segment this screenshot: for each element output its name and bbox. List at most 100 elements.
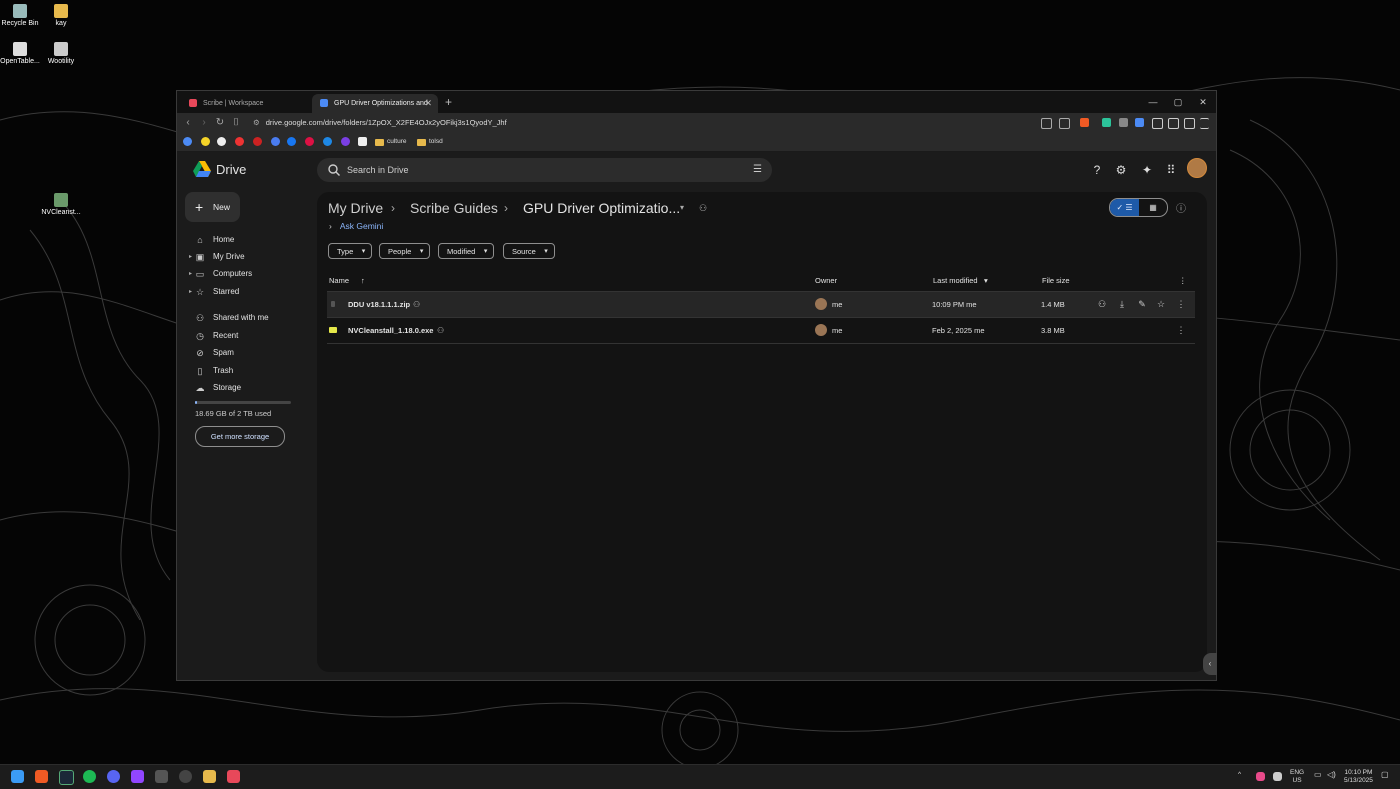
rename-pencil-icon[interactable]: ✎ (1135, 292, 1149, 317)
download-icon[interactable] (1168, 118, 1179, 129)
sidebar-item-home[interactable]: ⌂ Home (195, 232, 315, 248)
expand-caret-icon[interactable]: ▸ (189, 266, 192, 282)
bookmark-icon[interactable] (253, 137, 262, 146)
sidebar-item-trash[interactable]: ▯ Trash (195, 363, 315, 379)
bookmark-icon[interactable] (271, 137, 280, 146)
bookmark-icon[interactable] (341, 137, 350, 146)
info-icon[interactable]: ⓘ (1176, 200, 1186, 220)
breadcrumb-my-drive[interactable]: My Drive (328, 198, 383, 218)
bookmark-icon[interactable] (305, 137, 314, 146)
bookmark-icon[interactable]: ⌷ (229, 116, 243, 130)
tab-drive[interactable]: GPU Driver Optimizations and ✕ (312, 94, 438, 113)
column-header-file-size[interactable]: File size (1042, 275, 1070, 287)
more-options-icon[interactable]: ⋮ (1179, 275, 1187, 287)
breadcrumb-scribe-guides[interactable]: Scribe Guides (410, 198, 498, 218)
bookmark-folder-culture[interactable]: culture (375, 135, 407, 149)
bookmark-folder-tolsd[interactable]: tolsd (417, 135, 443, 149)
table-row[interactable]: NVCleanstall_1.18.0.exe ⚇ me Feb 2, 2025… (327, 317, 1195, 344)
app-icon[interactable] (179, 770, 192, 783)
brave-shield-icon[interactable] (1080, 118, 1089, 127)
sort-arrow-up-icon[interactable]: ↑ (361, 275, 365, 287)
sidebar-item-storage[interactable]: ☁ Storage (195, 380, 315, 396)
apps-grid-icon[interactable]: ⠿ (1163, 162, 1179, 178)
expand-caret-icon[interactable]: ▸ (189, 284, 192, 300)
table-row[interactable]: DDU v18.1.1.1.zip ⚇ me 10:09 PM me 1.4 M… (327, 291, 1195, 317)
desktop-icon-kay[interactable]: kay (31, 4, 91, 27)
reload-button[interactable]: ↻ (213, 116, 227, 130)
bookmark-icon[interactable] (183, 137, 192, 146)
volume-icon[interactable]: ◁) (1327, 771, 1336, 779)
desktop-icon-wootility[interactable]: Wootility (31, 42, 91, 65)
scribe-icon[interactable] (227, 770, 240, 783)
bookmark-icon[interactable] (358, 137, 367, 146)
sidebar-item-my-drive[interactable]: ▸ ▣ My Drive (189, 249, 315, 265)
notifications-icon[interactable]: ▢ (1381, 771, 1389, 779)
discord-icon[interactable] (107, 770, 120, 783)
side-panel-toggle-icon[interactable]: ‹ (1203, 653, 1217, 675)
site-info-icon[interactable]: ⚙ (253, 118, 260, 127)
back-button[interactable]: ‹ (181, 116, 195, 130)
clock[interactable]: 10:10 PM 5/13/2025 (1344, 769, 1373, 785)
extension-icon[interactable] (1119, 118, 1128, 127)
sidebar-item-starred[interactable]: ▸ ☆ Starred (189, 284, 315, 300)
file-explorer-icon[interactable] (203, 770, 216, 783)
tray-overflow-chevron-icon[interactable]: ^ (1238, 771, 1241, 779)
maximize-button[interactable]: ▢ (1168, 94, 1188, 110)
bookmark-icon[interactable] (201, 137, 210, 146)
close-window-button[interactable]: ✕ (1193, 94, 1213, 110)
get-more-storage-button[interactable]: Get more storage (195, 426, 285, 447)
minimize-button[interactable]: — (1143, 94, 1163, 110)
tab-scribe[interactable]: Scribe | Workspace (181, 94, 311, 113)
bookmark-icon[interactable] (323, 137, 332, 146)
tray-app-icon[interactable] (1256, 772, 1265, 781)
network-icon[interactable]: ▭ (1314, 771, 1322, 779)
menu-icon[interactable] (1200, 118, 1209, 129)
search-input[interactable]: Search in Drive (347, 158, 409, 182)
windows-start-icon[interactable] (11, 770, 24, 783)
filter-source[interactable]: Source (503, 243, 555, 260)
star-icon[interactable]: ☆ (1154, 292, 1168, 317)
media-icon[interactable] (1184, 118, 1195, 129)
cast-icon[interactable] (1041, 118, 1052, 129)
extension-icon[interactable] (1135, 118, 1144, 127)
help-icon[interactable]: ? (1089, 162, 1105, 178)
avatar[interactable] (1187, 158, 1207, 178)
file-name[interactable]: NVCleanstall_1.18.0.exe (348, 318, 433, 343)
app-icon[interactable] (155, 770, 168, 783)
bookmark-icon[interactable] (217, 137, 226, 146)
bookmark-icon[interactable] (287, 137, 296, 146)
breadcrumb-current-folder[interactable]: GPU Driver Optimizatio... (523, 198, 680, 218)
extensions-icon[interactable] (1152, 118, 1163, 129)
sort-arrow-down-icon[interactable]: ▾ (984, 275, 988, 287)
tray-steam-icon[interactable] (1273, 772, 1282, 781)
share-person-add-icon[interactable]: ⚇ (1095, 292, 1109, 317)
new-tab-button[interactable]: + (445, 94, 452, 111)
folder-menu-chevron-down-icon[interactable]: ▾ (680, 198, 684, 218)
sidebar-item-shared-with-me[interactable]: ⚇ Shared with me (195, 310, 315, 326)
share-icon[interactable] (1059, 118, 1070, 129)
sidebar-item-recent[interactable]: ◷ Recent (195, 328, 315, 344)
sidebar-item-spam[interactable]: ⊘ Spam (195, 345, 315, 361)
more-options-icon[interactable]: ⋮ (1174, 318, 1188, 343)
filter-people[interactable]: People (379, 243, 431, 260)
sidebar-item-computers[interactable]: ▸ ▭ Computers (189, 266, 315, 282)
steam-icon[interactable] (59, 770, 74, 785)
close-tab-icon[interactable]: ✕ (424, 94, 432, 113)
file-name[interactable]: DDU v18.1.1.1.zip (348, 292, 410, 317)
brave-icon[interactable] (35, 770, 48, 783)
forward-button[interactable]: › (197, 116, 211, 130)
desktop-icon-nvcleanstall[interactable]: NVCleanst... (31, 193, 91, 216)
search-options-icon[interactable]: ☰ (753, 164, 762, 175)
column-header-owner[interactable]: Owner (815, 275, 837, 287)
search-bar[interactable]: Search in Drive ☰ (317, 158, 772, 182)
more-options-icon[interactable]: ⋮ (1174, 292, 1188, 317)
filter-type[interactable]: Type (328, 243, 373, 260)
filter-modified[interactable]: Modified (438, 243, 495, 260)
spotify-icon[interactable] (83, 770, 96, 783)
grid-view-button[interactable]: ▦ (1139, 199, 1167, 216)
address-bar[interactable]: ⚙ drive.google.com/drive/folders/1ZpOX_X2… (253, 115, 1033, 131)
expand-caret-icon[interactable]: ▸ (189, 249, 192, 265)
bookmark-icon[interactable] (235, 137, 244, 146)
language-indicator[interactable]: ENG US (1290, 769, 1304, 785)
extension-icon[interactable] (1102, 118, 1111, 127)
